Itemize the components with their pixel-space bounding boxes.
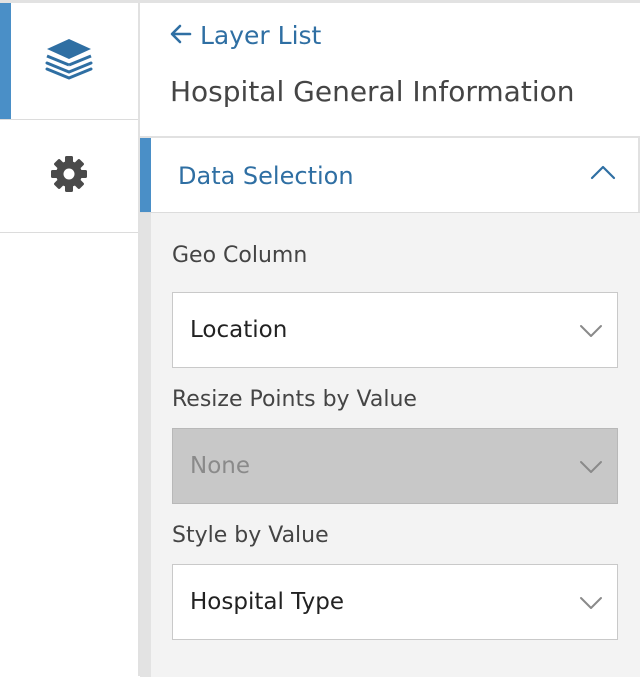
geo-column-label: Geo Column [172,243,308,268]
rail-divider [0,232,138,233]
gear-icon [49,154,89,198]
chevron-down-icon [579,459,603,478]
icon-rail [0,3,139,676]
rail-item-layers[interactable] [0,3,138,119]
style-by-value-select[interactable]: Hospital Type [172,564,618,640]
layer-title: Hospital General Information [170,75,575,108]
layer-settings-panel: Layer List Hospital General Information … [140,3,640,677]
chevron-up-icon [590,164,616,184]
arrow-left-icon [170,21,192,50]
data-selection-section-toggle[interactable]: Data Selection [140,138,640,212]
section-body-rail [140,213,151,677]
geo-column-select[interactable]: Location [172,292,618,368]
chevron-down-icon [579,323,603,342]
chevron-down-icon [579,595,603,614]
resize-points-value: None [190,453,251,479]
active-indicator [0,3,11,119]
section-accent-bar [140,138,151,212]
back-to-layer-list-link[interactable]: Layer List [170,21,321,50]
rail-item-settings[interactable] [0,120,138,232]
style-by-value-value: Hospital Type [190,589,344,615]
layers-icon [42,35,96,87]
resize-points-select: None [172,428,618,504]
data-selection-body: Geo Column Location Resize Points by Val… [140,212,640,677]
style-by-value-label: Style by Value [172,523,329,548]
back-link-label: Layer List [200,21,322,50]
section-title: Data Selection [178,162,354,190]
geo-column-value: Location [190,317,288,343]
resize-points-label: Resize Points by Value [172,387,417,412]
